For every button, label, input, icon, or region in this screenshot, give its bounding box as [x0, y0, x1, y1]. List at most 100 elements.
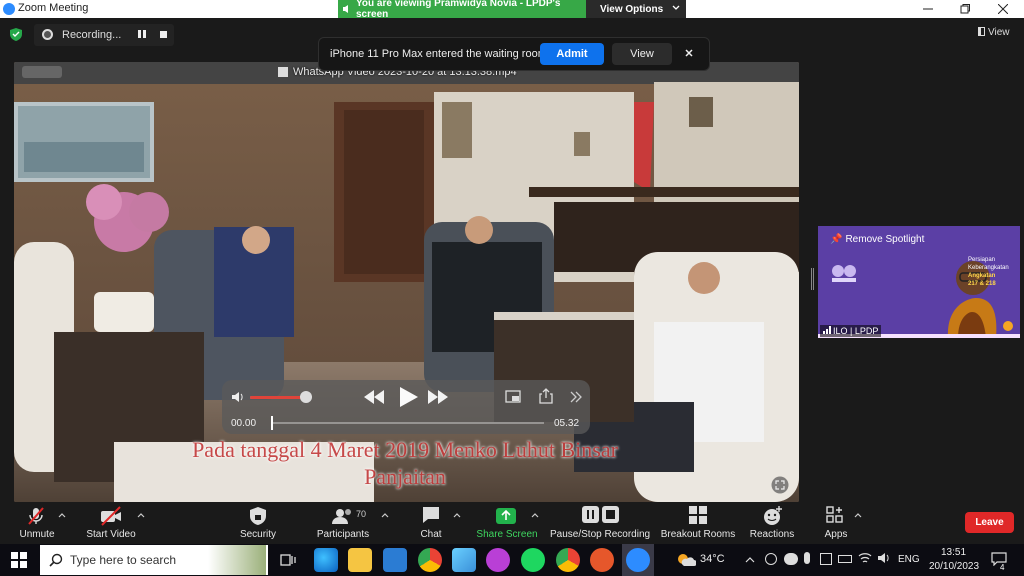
share-banner-text: You are viewing Pramwidya Novia - LPDP's…	[356, 0, 561, 20]
notifications-icon[interactable]	[991, 552, 1007, 566]
fast-forward-icon[interactable]	[428, 390, 448, 404]
rewind-icon[interactable]	[364, 390, 384, 404]
reactions-icon[interactable]	[763, 506, 783, 526]
start-video-button[interactable]: Start Video	[84, 529, 138, 540]
close-icon[interactable]	[684, 48, 694, 58]
view-options-label: View Options	[600, 3, 664, 15]
speaker-volume-icon[interactable]	[877, 552, 891, 564]
tray-app-icon[interactable]	[765, 553, 777, 565]
waiting-room-message: iPhone 11 Pro Max entered the waiting ro…	[330, 48, 547, 60]
media-player-icon[interactable]	[590, 548, 614, 572]
caption-line-2: Panjaitan	[364, 464, 446, 489]
participants-button[interactable]: Participants	[314, 529, 372, 540]
leave-label: Leave	[975, 517, 1004, 528]
slide-text-2: Keberangkatan	[968, 265, 1009, 271]
participants-chevron-icon[interactable]	[381, 512, 389, 518]
pause-recording-button[interactable]	[138, 30, 146, 38]
windows-start-icon[interactable]	[11, 552, 27, 568]
chat-icon[interactable]	[421, 506, 441, 524]
zoom-taskbar-active[interactable]	[622, 544, 654, 576]
pause-stop-recording-icon[interactable]	[582, 506, 620, 524]
chat-button[interactable]: Chat	[418, 529, 444, 540]
participant-name-label: ILO | LPDP	[820, 325, 882, 337]
app-w-icon[interactable]	[486, 548, 510, 572]
view-label: View	[988, 27, 1010, 38]
microphone-icon[interactable]	[804, 552, 810, 564]
breakout-rooms-icon[interactable]	[689, 506, 707, 524]
slide-text-3: Angkatan	[968, 273, 996, 279]
pause-stop-recording-button[interactable]: Pause/Stop Recording	[550, 529, 650, 540]
file-explorer-icon[interactable]	[348, 548, 372, 572]
video-caption: Pada tanggal 4 Maret 2019 Menko Luhut Bi…	[120, 436, 690, 490]
chevron-down-icon	[672, 4, 680, 12]
participants-icon[interactable]	[332, 508, 354, 524]
reactions-button[interactable]: Reactions	[748, 529, 796, 540]
play-icon[interactable]	[397, 386, 419, 408]
seek-handle[interactable]	[271, 416, 273, 430]
video-options-chevron-icon[interactable]	[137, 512, 145, 518]
spotify-icon[interactable]	[521, 548, 545, 572]
more-chevron-icon[interactable]	[569, 390, 583, 404]
pin-icon: 📌	[830, 234, 843, 245]
battery-icon[interactable]	[838, 555, 852, 563]
seek-bar[interactable]	[272, 422, 544, 424]
share-banner: You are viewing Pramwidya Novia - LPDP's…	[338, 0, 586, 20]
close-window-button[interactable]	[985, 0, 1021, 18]
minimize-button[interactable]	[910, 0, 946, 18]
video-off-icon[interactable]	[100, 506, 122, 526]
screen-capture-icon[interactable]	[820, 553, 832, 565]
language-indicator[interactable]: ENG	[898, 554, 920, 565]
clock-time[interactable]: 13:51	[941, 547, 966, 558]
shield-icon[interactable]	[10, 28, 22, 41]
chrome-icon[interactable]	[418, 548, 442, 572]
chat-chevron-icon[interactable]	[453, 512, 461, 518]
edge-icon[interactable]	[314, 548, 338, 572]
maximize-button[interactable]	[947, 0, 983, 18]
fullscreen-icon[interactable]	[771, 476, 789, 494]
breakout-rooms-button[interactable]: Breakout Rooms	[660, 529, 736, 540]
zoom-logo-icon	[3, 3, 15, 15]
volume-level	[250, 396, 306, 399]
cloud-icon[interactable]	[784, 553, 798, 565]
clock-date[interactable]: 20/10/2023	[929, 561, 979, 572]
view-button[interactable]: View	[978, 27, 1010, 38]
leave-button[interactable]: Leave	[965, 512, 1014, 533]
speaker-icon	[342, 4, 352, 14]
panel-resize-handle[interactable]	[811, 268, 814, 290]
task-view-icon[interactable]	[280, 552, 296, 568]
apps-icon[interactable]	[826, 506, 844, 524]
share-screen-button[interactable]: Share Screen	[476, 529, 538, 540]
mail-icon[interactable]	[383, 548, 407, 572]
share-icon[interactable]	[539, 388, 553, 404]
audio-options-chevron-icon[interactable]	[58, 512, 66, 518]
muted-mic-icon[interactable]	[26, 506, 46, 526]
picture-in-picture-icon[interactable]	[505, 390, 521, 404]
apps-chevron-icon[interactable]	[854, 512, 862, 518]
stop-recording-button[interactable]	[160, 31, 167, 38]
search-placeholder: Type here to search	[70, 553, 177, 567]
remove-spotlight-button[interactable]: 📌 Remove Spotlight	[830, 234, 924, 245]
view-waiting-label: View	[630, 48, 654, 60]
signal-bars-icon	[823, 326, 831, 336]
share-screen-icon[interactable]	[496, 508, 516, 524]
volume-icon[interactable]	[231, 391, 245, 403]
notification-count: 4	[1000, 563, 1005, 572]
apps-button[interactable]: Apps	[822, 529, 850, 540]
chrome-profile-icon[interactable]	[556, 548, 580, 572]
view-waiting-room-button[interactable]: View	[612, 43, 672, 65]
recording-dot-icon	[42, 29, 53, 40]
wifi-icon[interactable]	[858, 552, 872, 564]
participant-name: ILO | LPDP	[833, 326, 879, 336]
unmute-button[interactable]: Unmute	[18, 529, 56, 540]
admit-button[interactable]: Admit	[540, 43, 604, 65]
security-shield-icon[interactable]	[249, 506, 267, 526]
weather-icon[interactable]	[676, 552, 696, 568]
security-button[interactable]: Security	[236, 529, 280, 540]
recording-label: Recording...	[62, 29, 122, 41]
share-screen-chevron-icon[interactable]	[531, 512, 539, 518]
volume-knob[interactable]	[299, 391, 312, 403]
photos-icon[interactable]	[452, 548, 476, 572]
view-options-button[interactable]: View Options	[586, 0, 686, 18]
tray-chevron-up-icon[interactable]	[745, 556, 755, 563]
slide-text-4: 217 & 218	[968, 281, 996, 287]
